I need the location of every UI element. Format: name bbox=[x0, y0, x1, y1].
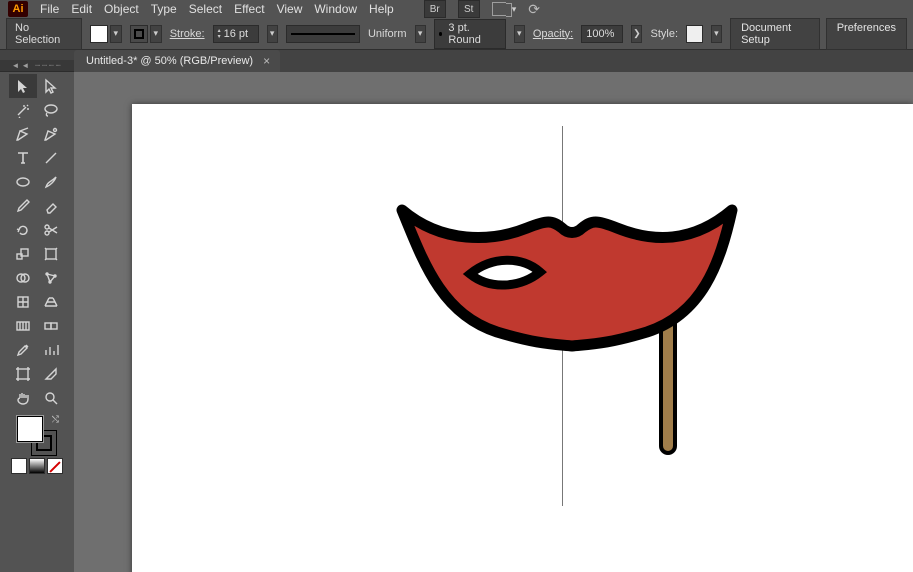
zoom-tool[interactable] bbox=[37, 386, 65, 410]
menu-window[interactable]: Window bbox=[314, 2, 357, 16]
document-setup-button[interactable]: Document Setup bbox=[730, 18, 820, 50]
menu-object[interactable]: Object bbox=[104, 2, 139, 16]
stroke-label[interactable]: Stroke: bbox=[170, 28, 205, 40]
paintbrush-tool[interactable] bbox=[37, 170, 65, 194]
free-transform-tool[interactable] bbox=[37, 242, 65, 266]
hand-tool[interactable] bbox=[9, 386, 37, 410]
menu-help[interactable]: Help bbox=[369, 2, 394, 16]
workspace-icon bbox=[492, 2, 506, 16]
opacity-dropdown[interactable]: ❯ bbox=[631, 25, 642, 43]
close-tab-icon[interactable]: × bbox=[263, 54, 270, 68]
fill-stroke-control[interactable]: ⤭ bbox=[17, 416, 57, 456]
eraser-tool[interactable] bbox=[37, 194, 65, 218]
brush-dropdown[interactable]: ▾ bbox=[514, 25, 525, 43]
selection-tool[interactable] bbox=[9, 74, 37, 98]
document-tab-row: Untitled-3* @ 50% (RGB/Preview) × bbox=[0, 50, 913, 72]
mask-eye-hole[interactable] bbox=[470, 260, 540, 285]
pen-tool[interactable] bbox=[9, 122, 37, 146]
variable-width-profile[interactable] bbox=[286, 25, 360, 43]
stroke-weight-dropdown[interactable]: ▾ bbox=[267, 25, 278, 43]
profile-dropdown[interactable]: ▾ bbox=[415, 25, 426, 43]
graphic-style-swatch[interactable] bbox=[686, 25, 703, 43]
style-label: Style: bbox=[650, 28, 678, 40]
menu-type[interactable]: Type bbox=[151, 2, 177, 16]
opacity-input[interactable]: 100% bbox=[581, 25, 623, 43]
artboard[interactable] bbox=[132, 104, 913, 572]
menu-select[interactable]: Select bbox=[189, 2, 222, 16]
workspace-switcher[interactable]: ▾ bbox=[492, 2, 517, 16]
stroke-weight-stepper[interactable]: ▴▾ bbox=[218, 28, 221, 40]
artboard-tool[interactable] bbox=[9, 362, 37, 386]
stroke-weight-input[interactable]: ▴▾ 16 pt bbox=[213, 25, 259, 43]
blend-tool[interactable] bbox=[37, 314, 65, 338]
stroke-swatch-dropdown[interactable]: ▾ bbox=[150, 25, 162, 43]
eyedropper-tool[interactable] bbox=[9, 338, 37, 362]
curvature-tool[interactable] bbox=[37, 122, 65, 146]
rotate-tool[interactable] bbox=[9, 218, 37, 242]
direct-selection-tool[interactable] bbox=[37, 74, 65, 98]
app-logo-icon: Ai bbox=[8, 1, 28, 17]
slice-tool[interactable] bbox=[37, 362, 65, 386]
opacity-value: 100% bbox=[586, 28, 614, 40]
menu-bar: Ai File Edit Object Type Select Effect V… bbox=[0, 0, 913, 18]
line-segment-tool[interactable] bbox=[37, 146, 65, 170]
brush-definition[interactable]: 3 pt. Round bbox=[434, 19, 506, 49]
color-none-icon[interactable] bbox=[47, 458, 63, 474]
fill-color-icon[interactable] bbox=[17, 416, 43, 442]
artwork-mask[interactable] bbox=[392, 204, 752, 484]
tools-panel: ⤭ bbox=[0, 72, 74, 572]
menu-file[interactable]: File bbox=[40, 2, 59, 16]
control-bar: No Selection ▾ ▾ Stroke: ▴▾ 16 pt ▾ Unif… bbox=[0, 18, 913, 50]
menu-effect[interactable]: Effect bbox=[234, 2, 264, 16]
color-mode-row bbox=[11, 458, 63, 474]
scissors-tool[interactable] bbox=[37, 218, 65, 242]
magic-wand-tool[interactable] bbox=[9, 98, 37, 122]
stroke-swatch[interactable] bbox=[130, 25, 148, 43]
chevron-down-icon: ▾ bbox=[512, 4, 517, 15]
brush-value: 3 pt. Round bbox=[448, 22, 500, 46]
main-area: ⤭ bbox=[0, 72, 913, 572]
opacity-label[interactable]: Opacity: bbox=[533, 28, 573, 40]
pencil-tool[interactable] bbox=[9, 194, 37, 218]
profile-label: Uniform bbox=[368, 28, 407, 40]
brush-dot-icon bbox=[439, 32, 443, 36]
selection-state: No Selection bbox=[6, 18, 82, 50]
style-dropdown[interactable]: ▾ bbox=[711, 25, 722, 43]
ellipse-tool[interactable] bbox=[9, 170, 37, 194]
toolbar-collapse-handle[interactable]: ◄◄┈┈┈┈ bbox=[0, 60, 74, 72]
stock-link-icon[interactable]: St bbox=[458, 0, 480, 18]
document-tab-title: Untitled-3* @ 50% (RGB/Preview) bbox=[86, 55, 253, 67]
preferences-button[interactable]: Preferences bbox=[826, 18, 907, 50]
lasso-tool[interactable] bbox=[37, 98, 65, 122]
stroke-weight-value: 16 pt bbox=[224, 28, 248, 40]
scale-tool[interactable] bbox=[9, 242, 37, 266]
gradient-tool[interactable] bbox=[9, 314, 37, 338]
app-root: Ai File Edit Object Type Select Effect V… bbox=[0, 0, 913, 572]
color-gradient-icon[interactable] bbox=[29, 458, 45, 474]
shape-builder-tool[interactable] bbox=[9, 266, 37, 290]
column-graph-tool[interactable] bbox=[37, 338, 65, 362]
mesh-tool[interactable] bbox=[9, 290, 37, 314]
fill-swatch-dropdown[interactable]: ▾ bbox=[110, 25, 122, 43]
perspective-grid-tool[interactable] bbox=[37, 290, 65, 314]
mask-body[interactable] bbox=[402, 210, 732, 346]
menu-view[interactable]: View bbox=[277, 2, 303, 16]
canvas-viewport[interactable] bbox=[74, 72, 913, 572]
fill-swatch[interactable] bbox=[90, 25, 108, 43]
type-tool[interactable] bbox=[9, 146, 37, 170]
menu-edit[interactable]: Edit bbox=[71, 2, 92, 16]
document-tab[interactable]: Untitled-3* @ 50% (RGB/Preview) × bbox=[74, 50, 280, 72]
color-solid-icon[interactable] bbox=[11, 458, 27, 474]
puppet-warp-tool[interactable] bbox=[37, 266, 65, 290]
bridge-link-icon[interactable]: Br bbox=[424, 0, 446, 18]
sync-settings-icon[interactable]: ⟳ bbox=[528, 1, 540, 18]
swap-fill-stroke-icon[interactable]: ⤭ bbox=[52, 414, 59, 425]
